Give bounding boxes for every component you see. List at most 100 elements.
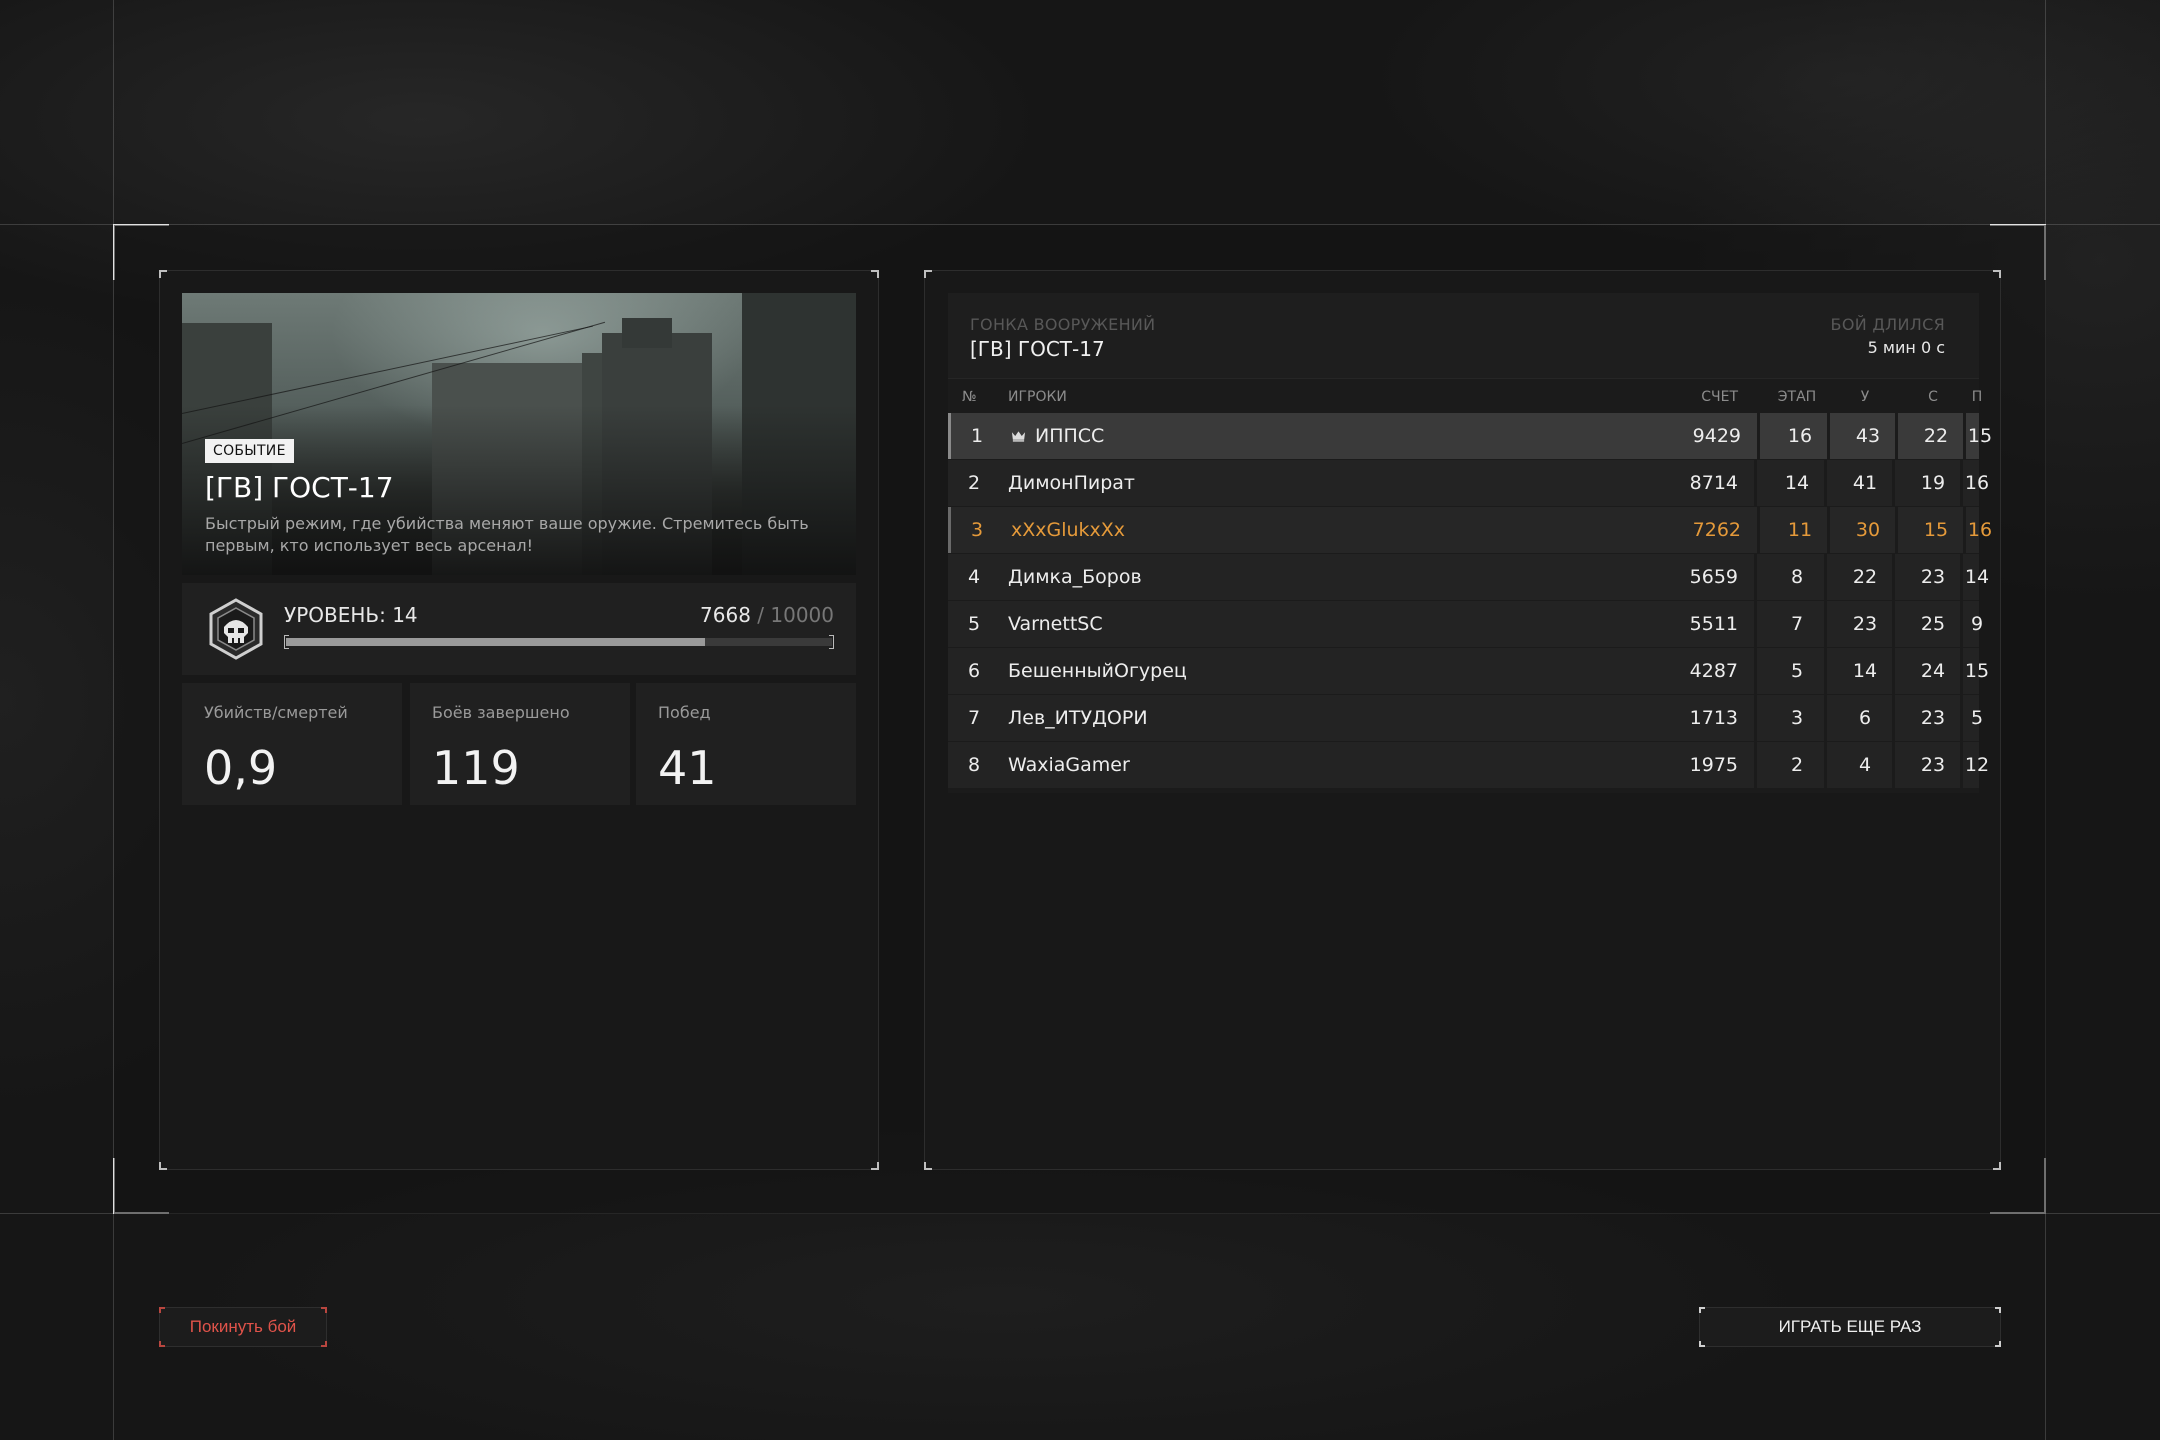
column-divider (1960, 554, 1963, 600)
scoreboard-columns: № ИГРОКИ СЧЕТ ЭТАП У С П (948, 379, 1982, 413)
corner-tick (924, 270, 932, 278)
player-score: 1713 (1689, 707, 1738, 729)
button-corner-tick (159, 1341, 165, 1347)
button-corner-tick (1699, 1307, 1705, 1313)
game-mode-label: ГОНКА ВООРУЖЕНИЙ (970, 315, 1156, 334)
player-deaths: 23 (1920, 566, 1946, 588)
column-header-players: ИГРОКИ (1008, 389, 1067, 405)
scoreboard-row-current-player[interactable]: 3 xXxGlukxXx 7262 11 30 15 16 (948, 507, 1992, 553)
stat-value: 41 (658, 741, 717, 795)
player-kills: 30 (1855, 519, 1881, 541)
leave-battle-button[interactable]: Покинуть бой (159, 1307, 327, 1347)
button-corner-tick (1699, 1341, 1705, 1347)
scoreboard-row[interactable]: 7 Лев_ИТУДОРИ 1713 3 6 23 5 (948, 695, 1983, 741)
column-divider (1892, 460, 1895, 506)
scoreboard-row[interactable]: 2 ДимонПират 8714 14 41 19 16 (948, 460, 1989, 506)
player-name: Лев_ИТУДОРИ (1008, 707, 1148, 729)
crown-icon (1011, 431, 1026, 442)
button-corner-tick (1995, 1307, 2001, 1313)
scoreboard-panel: ГОНКА ВООРУЖЕНИЙ [ГВ] ГОСТ-17 БОЙ ДЛИЛСЯ… (924, 270, 2001, 1170)
column-divider (1960, 648, 1963, 694)
player-name: WaxiaGamer (1008, 754, 1130, 776)
scoreboard: ГОНКА ВООРУЖЕНИЙ [ГВ] ГОСТ-17 БОЙ ДЛИЛСЯ… (948, 293, 1992, 793)
corner-tick (159, 1162, 167, 1170)
xp-max: 10000 (770, 603, 834, 627)
banner-tower (622, 318, 672, 348)
row-rank: 2 (967, 472, 981, 494)
stat-value: 119 (432, 741, 520, 795)
corner-tick (871, 270, 879, 278)
player-score: 5659 (1689, 566, 1738, 588)
event-description: Быстрый режим, где убийства меняют ваше … (205, 514, 809, 555)
column-divider (1824, 742, 1827, 788)
column-divider (1754, 554, 1757, 600)
stat-label: Побед (658, 703, 711, 722)
player-name: ДимонПират (1008, 472, 1135, 494)
stat-battles-completed: Боёв завершено 119 (410, 683, 630, 805)
column-divider (1895, 413, 1898, 459)
scoreboard-row[interactable]: 4 Димка_Боров 5659 8 22 23 14 (948, 554, 1989, 600)
player-deaths: 25 (1920, 613, 1946, 635)
player-stage: 3 (1790, 707, 1804, 729)
column-divider (1824, 601, 1827, 647)
column-divider (1754, 695, 1757, 741)
play-again-button[interactable]: ИГРАТЬ ЕЩЕ РАЗ (1699, 1307, 2001, 1347)
column-divider (1892, 554, 1895, 600)
player-stage: 7 (1790, 613, 1804, 635)
row-rank: 1 (970, 425, 984, 447)
map-name: [ГВ] ГОСТ-17 (970, 337, 1105, 361)
column-divider (1754, 648, 1757, 694)
corner-tick (924, 1162, 932, 1170)
column-divider (1892, 742, 1895, 788)
column-header-stage: ЭТАП (1777, 389, 1817, 405)
player-deaths: 24 (1920, 660, 1946, 682)
column-divider (1960, 601, 1963, 647)
player-kills: 43 (1855, 425, 1881, 447)
player-stage: 5 (1790, 660, 1804, 682)
column-divider (1827, 507, 1830, 553)
player-score: 8714 (1689, 472, 1738, 494)
column-divider (1754, 460, 1757, 506)
column-divider (1963, 507, 1966, 553)
xp-counter: 7668 / 10000 (700, 603, 834, 627)
column-divider (1892, 648, 1895, 694)
progress-bracket (829, 635, 834, 649)
event-banner: СОБЫТИЕ [ГВ] ГОСТ-17 Быстрый режим, где … (182, 293, 856, 575)
row-rank: 6 (967, 660, 981, 682)
player-kills: 6 (1858, 707, 1872, 729)
player-score: 5511 (1689, 613, 1738, 635)
column-divider (1892, 601, 1895, 647)
leave-battle-label: Покинуть бой (189, 1317, 297, 1336)
button-corner-tick (159, 1307, 165, 1313)
column-divider (1960, 695, 1963, 741)
player-deaths: 23 (1920, 707, 1946, 729)
scoreboard-row[interactable]: 6 БешенныйОгурец 4287 5 14 24 15 (948, 648, 1989, 694)
scoreboard-row[interactable]: 1 ИППСС 9429 16 43 22 15 (948, 413, 1992, 459)
player-stage: 8 (1790, 566, 1804, 588)
xp-current: 7668 (700, 603, 751, 627)
column-divider (1754, 601, 1757, 647)
player-score: 4287 (1689, 660, 1738, 682)
player-kills: 22 (1852, 566, 1878, 588)
player-deaths: 15 (1923, 519, 1949, 541)
column-divider (1827, 413, 1830, 459)
column-header-num: № (962, 389, 977, 405)
player-score: 7262 (1692, 519, 1741, 541)
button-corner-tick (1995, 1341, 2001, 1347)
column-divider (1754, 742, 1757, 788)
scoreboard-header: ГОНКА ВООРУЖЕНИЙ [ГВ] ГОСТ-17 БОЙ ДЛИЛСЯ… (948, 293, 1979, 379)
scoreboard-row[interactable]: 8 WaxiaGamer 1975 2 4 23 12 (948, 742, 1989, 788)
player-name: ИППСС (1035, 425, 1105, 447)
player-score: 9429 (1692, 425, 1741, 447)
column-divider (1757, 507, 1760, 553)
player-score: 1975 (1689, 754, 1738, 776)
skull-shield-icon (209, 598, 263, 660)
player-name: VarnettSC (1008, 613, 1103, 635)
xp-progress-bar (284, 635, 834, 649)
corner-tick (1993, 270, 2001, 278)
player-kills: 14 (1852, 660, 1878, 682)
xp-progress-fill (286, 638, 705, 646)
scoreboard-row[interactable]: 5 VarnettSC 5511 7 23 25 9 (948, 601, 1983, 647)
xp-separator: / (750, 603, 771, 627)
player-stage: 16 (1787, 425, 1813, 447)
